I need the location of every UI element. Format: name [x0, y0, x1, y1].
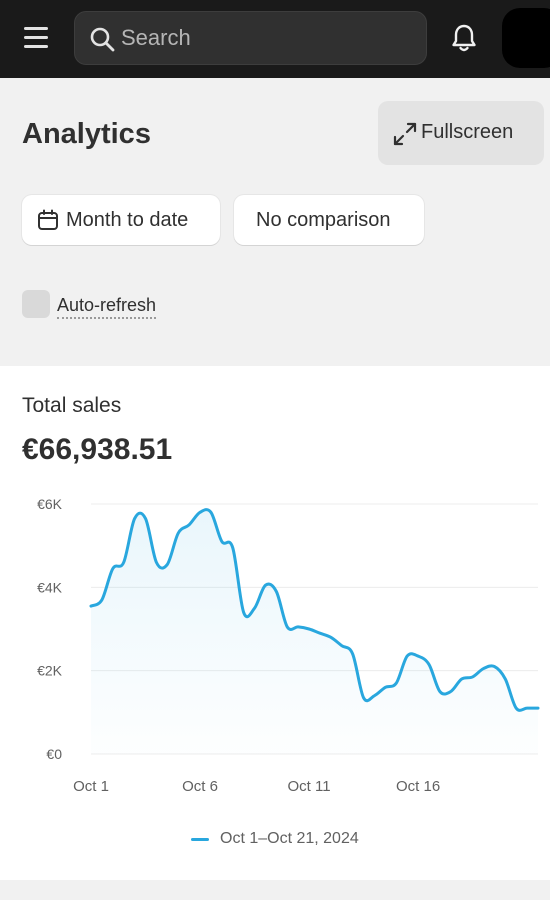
expand-arrows-icon: [393, 122, 417, 146]
search-bar[interactable]: [74, 11, 427, 65]
comparison-label: No comparison: [256, 209, 391, 231]
calendar-icon: [38, 209, 58, 230]
total-sales-value: €66,938.51: [22, 433, 173, 466]
bottom-strip: [0, 880, 550, 900]
search-input[interactable]: [121, 12, 411, 64]
legend-label: Oct 1–Oct 21, 2024: [220, 830, 359, 847]
auto-refresh-label[interactable]: Auto-refresh: [57, 295, 157, 319]
hamburger-menu-icon[interactable]: [22, 24, 50, 52]
comparison-button[interactable]: No comparison: [234, 195, 424, 245]
top-bar: [0, 0, 550, 78]
card-title: Total sales: [22, 394, 122, 417]
date-range-label: Month to date: [66, 209, 189, 231]
date-range-button[interactable]: Month to date: [22, 195, 220, 245]
avatar[interactable]: [502, 8, 550, 68]
fullscreen-label: Fullscreen: [421, 121, 514, 143]
bell-icon[interactable]: [448, 22, 480, 54]
auto-refresh-checkbox[interactable]: [22, 290, 50, 318]
legend-swatch: [191, 838, 209, 841]
search-icon: [90, 27, 115, 52]
page-title: Analytics: [22, 118, 151, 150]
fullscreen-button[interactable]: Fullscreen: [378, 101, 544, 165]
